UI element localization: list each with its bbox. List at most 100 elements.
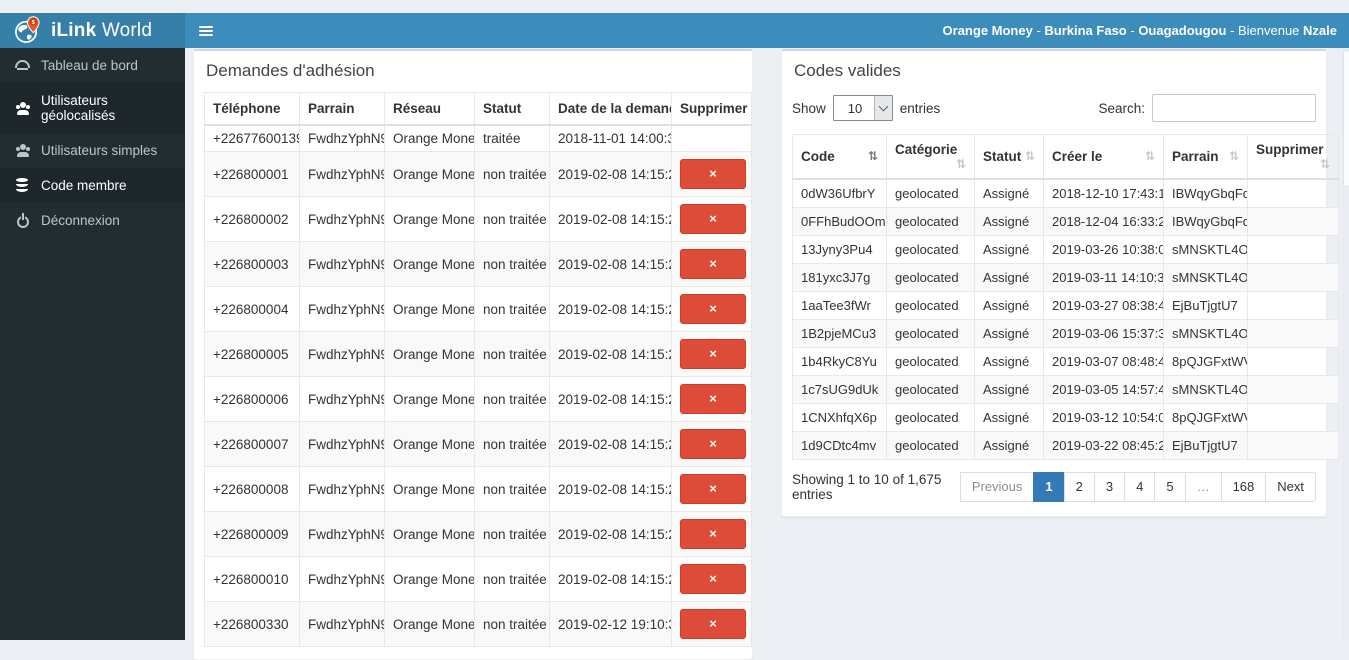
codes-column-header[interactable]: Catégorie [886,134,975,180]
adhesion-column-header: Statut [474,92,550,126]
parrain-cell: FwdhzYphN9 [299,376,385,422]
adhesion-column-header: Parrain [299,92,385,126]
sidebar-item[interactable]: Déconnexion [0,203,185,238]
codes-column-header[interactable]: Parrain [1163,134,1248,180]
codes-column-header[interactable]: Créer le [1043,134,1164,180]
parrain-cell: EjBuTjgtU7 [1163,431,1248,460]
creer-le-cell: 2019-03-12 10:54:00 [1043,403,1164,432]
code-cell: 13Jyny3Pu4 [792,235,887,264]
statut-cell: Assigné [974,431,1044,460]
delete-button[interactable]: × [680,564,746,594]
users-icon [14,101,31,116]
codes-row: 0dW36UfbrY geolocated Assigné 2018-12-10… [792,178,1339,208]
delete-button[interactable]: × [680,609,746,639]
statut-cell: Assigné [974,263,1044,292]
adhesion-column-header: Téléphone [204,92,300,126]
codes-table: Code Catégorie Statut [792,134,1339,460]
statut-cell: non traitée [474,511,550,557]
navbar: Orange Money - Burkina Faso - Ouagadougo… [185,13,1349,48]
search-input[interactable] [1152,94,1316,122]
entries-length-control: Show 10 entries [792,95,940,121]
reseau-cell: Orange Money [384,556,475,602]
adhesion-row: +226800007 FwdhzYphN9 Orange Money non t… [204,421,752,467]
delete-button[interactable]: × [680,294,746,324]
delete-button[interactable]: × [680,249,746,279]
categorie-cell: geolocated [886,347,975,376]
delete-button[interactable]: × [680,429,746,459]
adhesion-row: +226800008 FwdhzYphN9 Orange Money non t… [204,466,752,512]
adhesion-table: Téléphone Parrain Réseau Statut Date de la d… [204,92,752,647]
page-button[interactable]: Previous [959,472,1035,502]
telephone-cell: +226800002 [204,196,300,242]
menu-icon[interactable] [185,13,227,48]
sidebar-item[interactable]: Tableau de bord [0,48,185,83]
delete-button[interactable]: × [680,159,746,189]
reseau-cell: Orange Money [384,241,475,287]
page-button[interactable]: 5 [1154,472,1186,502]
scrollbar-thumb[interactable] [1343,50,1349,187]
telephone-cell: +226800010 [204,556,300,602]
scrollbar[interactable] [1342,48,1349,640]
codes-column-header[interactable]: Code [792,134,887,180]
creer-le-cell: 2018-12-10 17:43:11 [1043,178,1164,208]
close-icon: × [709,301,717,316]
adhesion-column-header: Date de la demande [549,92,672,126]
telephone-cell: +226800008 [204,466,300,512]
parrain-cell: FwdhzYphN9 [299,286,385,332]
codes-column-header[interactable]: Supprimer [1247,134,1339,180]
adhesion-row: +226800003 FwdhzYphN9 Orange Money non t… [204,241,752,287]
supprimer-cell [1247,178,1339,208]
categorie-cell: geolocated [886,291,975,320]
sidebar-item[interactable]: Code membre [0,168,185,203]
statut-cell: Assigné [974,235,1044,264]
date-cell: 2019-02-12 19:10:32 [549,601,672,647]
entries-select[interactable]: 10 [832,95,893,121]
entries-label: entries [899,100,941,116]
reseau-cell: Orange Money [384,466,475,512]
supprimer-cell [1247,207,1339,236]
page-button[interactable]: 168 [1220,472,1267,502]
close-icon: × [709,526,717,541]
adhesion-column-header: Réseau [384,92,475,126]
parrain-cell: FwdhzYphN9 [299,124,385,152]
delete-button[interactable]: × [680,339,746,369]
statut-cell: Assigné [974,319,1044,348]
supprimer-cell [1247,347,1339,376]
power-icon [14,213,31,228]
delete-button[interactable]: × [680,519,746,549]
codes-column-header[interactable]: Statut [974,134,1044,180]
delete-button[interactable]: × [680,384,746,414]
sort-asc-icon [868,149,878,163]
sort-icon [1229,149,1239,163]
adhesion-row: +226800005 FwdhzYphN9 Orange Money non t… [204,331,752,377]
delete-button[interactable]: × [680,474,746,504]
page-button[interactable]: 3 [1093,472,1126,502]
creer-le-cell: 2019-03-07 08:48:45 [1043,347,1164,376]
page-button[interactable]: 4 [1124,472,1156,502]
globe-pin-icon: $ [13,16,42,45]
page-button[interactable]: 1 [1033,472,1065,502]
parrain-cell: FwdhzYphN9 [299,241,385,287]
codes-row: 13Jyny3Pu4 geolocated Assigné 2019-03-26… [792,235,1339,264]
date-cell: 2019-02-08 14:15:26 [549,241,672,287]
reseau-cell: Orange Money [384,601,475,647]
delete-button[interactable]: × [680,204,746,234]
code-cell: 1CNXhfqX6p [792,403,887,432]
sort-icon [1145,149,1155,163]
date-cell: 2019-02-08 14:15:26 [549,331,672,377]
page-button[interactable]: Next [1265,472,1316,502]
page-button[interactable]: 2 [1063,472,1095,502]
sidebar-item[interactable]: Utilisateurs simples [0,133,185,168]
codes-row: 1aaTee3fWr geolocated Assigné 2019-03-27… [792,291,1339,320]
brand-logo[interactable]: $ iLink World [0,13,185,48]
statut-cell: traitée [474,124,550,152]
sidebar-item-label: Déconnexion [41,213,120,228]
sidebar-item[interactable]: Utilisateurs géolocalisés [0,83,185,133]
creer-le-cell: 2019-03-27 08:38:47 [1043,291,1164,320]
categorie-cell: geolocated [886,178,975,208]
parrain-cell: FwdhzYphN9 [299,196,385,242]
page-button[interactable]: … [1184,472,1222,502]
close-icon: × [709,481,717,496]
users-icon [14,143,31,158]
code-cell: 1d9CDtc4mv [792,431,887,460]
